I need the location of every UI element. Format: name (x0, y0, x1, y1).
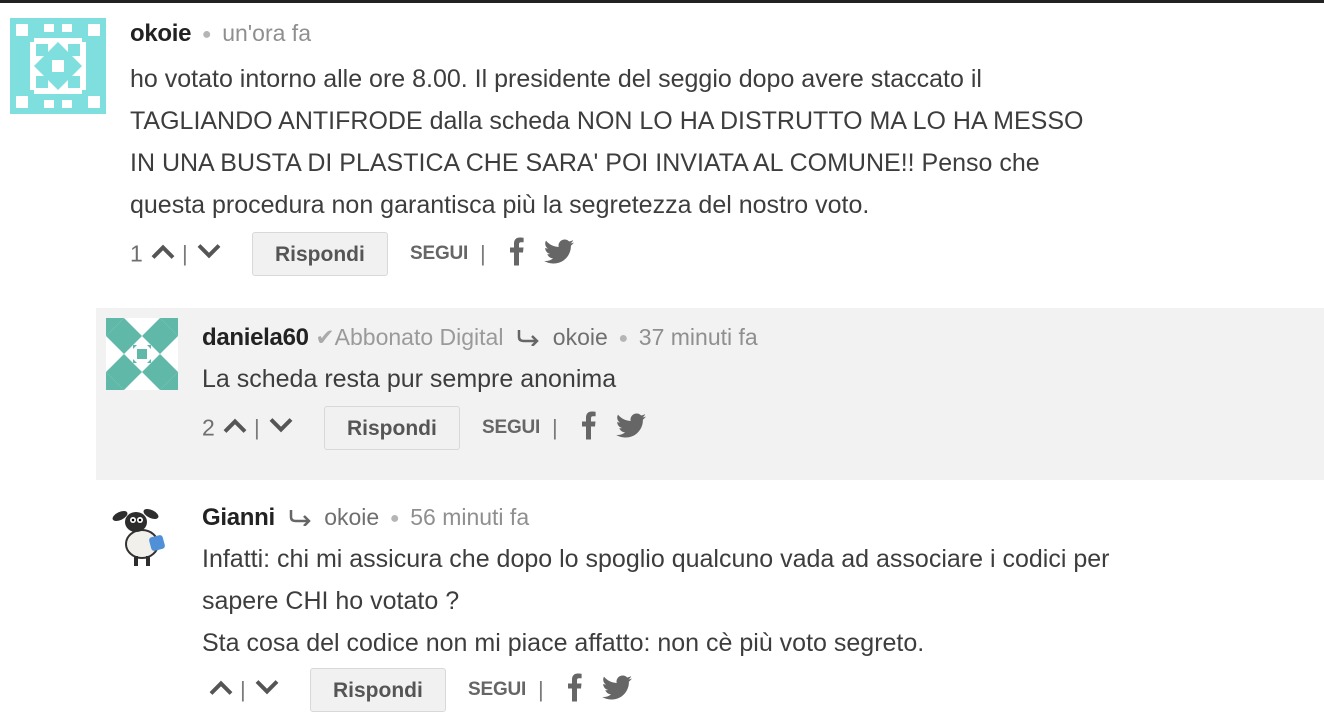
twitter-icon[interactable] (544, 239, 574, 268)
reply-arrow-icon (288, 504, 314, 534)
upvote-chevron-icon[interactable] (208, 678, 234, 701)
reply-arrow-icon (516, 324, 542, 354)
follow-button[interactable]: SEGUI (482, 417, 540, 439)
comment-line: Sta cosa del codice non mi piace affatto… (202, 628, 925, 657)
comment-time[interactable]: un'ora fa (222, 20, 311, 46)
action-separator: | (538, 676, 544, 702)
comment-line: ho votato intorno alle ore 8.00. Il pres… (130, 64, 982, 93)
facebook-icon[interactable] (568, 673, 582, 706)
vote-separator: | (254, 414, 260, 440)
vote-count: 1 (130, 240, 143, 267)
facebook-icon[interactable] (582, 411, 596, 444)
comment-actions: | Rispondi SEGUI | (202, 666, 1312, 714)
action-separator: | (480, 240, 486, 266)
downvote-chevron-icon[interactable] (268, 416, 294, 439)
comment-line: questa procedura non garantisca più la s… (130, 190, 870, 219)
subscriber-badge: ✔Abbonato Digital (315, 324, 503, 350)
reply-to-author[interactable]: okoie (553, 324, 608, 350)
comment-meta: okoie ● un'ora fa (130, 18, 1310, 50)
author-name[interactable]: daniela60 (202, 324, 309, 351)
verified-check-icon: ✔ (315, 324, 335, 350)
comment-line: La scheda resta pur sempre anonima (202, 364, 617, 393)
badge-label: Abbonato Digital (334, 324, 504, 350)
twitter-icon[interactable] (602, 675, 632, 704)
follow-button[interactable]: SEGUI (410, 243, 468, 265)
vote-separator: | (240, 676, 246, 702)
separator-dot: ● (618, 329, 629, 347)
identicon-avatar (106, 318, 178, 390)
author-name[interactable]: Gianni (202, 504, 275, 531)
comment-text: Infatti: chi mi assicura che dopo lo spo… (202, 538, 1312, 664)
sheep-cartoon-avatar (106, 500, 178, 572)
identicon-avatar (10, 18, 106, 114)
comment-line: TAGLIANDO ANTIFRODE dalla scheda NON LO … (130, 106, 1084, 135)
separator-dot: ● (389, 509, 400, 527)
action-separator: | (552, 414, 558, 440)
reply-button[interactable]: Rispondi (252, 231, 388, 276)
downvote-chevron-icon[interactable] (196, 242, 222, 265)
avatar[interactable] (106, 318, 178, 390)
upvote-chevron-icon[interactable] (222, 416, 248, 439)
facebook-icon[interactable] (510, 237, 524, 270)
avatar[interactable] (10, 18, 106, 114)
comment-actions: 2 | Rispondi SEGUI | (202, 404, 1302, 452)
comment-meta: daniela60 ✔Abbonato Digital okoie ● 37 m… (202, 322, 1302, 354)
comment-text: ho votato intorno alle ore 8.00. Il pres… (130, 58, 1310, 226)
downvote-chevron-icon[interactable] (254, 678, 280, 701)
twitter-icon[interactable] (616, 413, 646, 442)
follow-button[interactable]: SEGUI (468, 679, 526, 701)
top-border (0, 0, 1324, 3)
reply-button[interactable]: Rispondi (324, 405, 460, 450)
reply-to-author[interactable]: okoie (324, 504, 379, 530)
upvote-chevron-icon[interactable] (150, 242, 176, 265)
comment-time[interactable]: 56 minuti fa (410, 504, 529, 530)
comment-meta: Gianni okoie ● 56 minuti fa (202, 502, 1312, 534)
author-name[interactable]: okoie (130, 20, 191, 47)
vote-separator: | (182, 240, 188, 266)
vote-count: 2 (202, 414, 215, 441)
comment-line: sapere CHI ho votato ? (202, 586, 460, 615)
comment-actions: 1 | Rispondi SEGUI | (130, 230, 1310, 278)
reply-button[interactable]: Rispondi (310, 667, 446, 712)
comment-line: Infatti: chi mi assicura che dopo lo spo… (202, 544, 1110, 573)
comment-time[interactable]: 37 minuti fa (639, 324, 758, 350)
comment-text: La scheda resta pur sempre anonima (202, 358, 1302, 400)
separator-dot: ● (201, 25, 212, 43)
comment-line: IN UNA BUSTA DI PLASTICA CHE SARA' POI I… (130, 148, 1040, 177)
avatar[interactable] (106, 500, 178, 572)
